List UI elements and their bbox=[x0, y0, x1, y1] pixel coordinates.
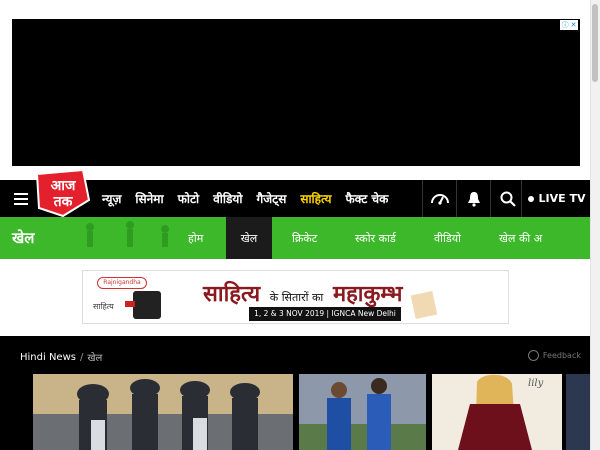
banner-title-connector: के सितारों का bbox=[269, 291, 324, 304]
book-pages-icon bbox=[410, 290, 438, 320]
section-title: खेल bbox=[12, 229, 35, 247]
hamburger-menu-icon[interactable] bbox=[14, 193, 28, 205]
banner-title-main: साहित्य bbox=[203, 281, 261, 307]
live-tv-label: LIVE TV bbox=[538, 192, 586, 205]
aaj-tak-logo[interactable]: आज तक bbox=[33, 168, 93, 218]
nav-fact-check[interactable]: फैक्ट चेक bbox=[345, 190, 388, 207]
feedback-link[interactable]: Feedback bbox=[527, 350, 581, 361]
banner-title: साहित्य के सितारों का महाकुम्भ bbox=[203, 278, 402, 308]
news-card-cricket-team[interactable] bbox=[33, 374, 293, 450]
page-scrollbar[interactable] bbox=[590, 0, 600, 450]
sahitya-promo-banner[interactable]: Rajnigandha साहित्य साहित्य के सितारों क… bbox=[82, 270, 509, 324]
feedback-label: Feedback bbox=[542, 351, 581, 360]
scrollbar-thumb[interactable] bbox=[592, 4, 598, 82]
search-icon[interactable] bbox=[490, 180, 524, 217]
top-ad-banner[interactable]: ⓘ ✕ bbox=[12, 19, 580, 166]
section-bar: खेल होम खेल क्रिकेट स्कोर कार्ड वीडियो ख… bbox=[0, 217, 590, 259]
adchoices-badge[interactable]: ⓘ ✕ bbox=[560, 20, 578, 30]
header-icons bbox=[422, 180, 524, 217]
svg-text:lily: lily bbox=[528, 378, 544, 389]
breadcrumb-current: खेल bbox=[87, 353, 103, 364]
nav-video[interactable]: वीडियो bbox=[213, 190, 242, 207]
ad-card-woman-dress[interactable]: lily bbox=[432, 374, 562, 450]
sponsor-block: Rajnigandha साहित्य bbox=[89, 275, 161, 321]
tab-khel[interactable]: खेल bbox=[226, 217, 272, 259]
banner-date: 1, 2 & 3 NOV 2019 | IGNCA New Delhi bbox=[249, 307, 401, 321]
news-card-india-players[interactable] bbox=[299, 374, 426, 450]
breadcrumb-separator: / bbox=[79, 351, 84, 363]
podcast-icon[interactable] bbox=[422, 180, 456, 217]
nav-cinema[interactable]: सिनेमा bbox=[135, 190, 163, 207]
tab-home[interactable]: होम bbox=[188, 217, 203, 259]
svg-text:तक: तक bbox=[53, 194, 74, 210]
tab-cricket[interactable]: क्रिकेट bbox=[292, 217, 317, 259]
banner-title-end: महाकुम्भ bbox=[332, 281, 403, 307]
feedback-icon bbox=[527, 350, 539, 361]
cricket-team-photo bbox=[33, 374, 293, 450]
india-players-photo bbox=[299, 374, 426, 450]
svg-text:आज: आज bbox=[51, 178, 76, 194]
nav-gadgets[interactable]: गैजेट्स bbox=[257, 190, 287, 207]
sponsor-sub: साहित्य bbox=[93, 302, 114, 311]
nav-sahitya[interactable]: साहित्य bbox=[300, 190, 331, 207]
main-nav-links: न्यूज़ सिनेमा फोटो वीडियो गैजेट्स साहित्… bbox=[102, 180, 402, 217]
woman-dress-ad: lily bbox=[432, 374, 562, 450]
live-tv-button[interactable]: LIVE TV bbox=[521, 180, 591, 217]
info-icon[interactable]: ⓘ bbox=[562, 20, 569, 30]
breadcrumb-root[interactable]: Hindi News bbox=[20, 352, 76, 363]
live-dot-icon bbox=[527, 195, 534, 202]
tab-more-sports[interactable]: खेल की अ bbox=[499, 217, 542, 259]
cricket-pattern-icon bbox=[86, 221, 169, 247]
close-icon[interactable]: ✕ bbox=[571, 20, 577, 30]
nav-photo[interactable]: फोटो bbox=[178, 190, 200, 207]
breadcrumb: Hindi News / खेल bbox=[20, 350, 103, 365]
product-icon bbox=[125, 291, 161, 319]
nav-news[interactable]: न्यूज़ bbox=[102, 190, 121, 207]
sponsor-logo: Rajnigandha bbox=[97, 277, 147, 289]
tab-video[interactable]: वीडियो bbox=[434, 217, 461, 259]
bell-icon[interactable] bbox=[456, 180, 490, 217]
news-card-partial[interactable] bbox=[566, 374, 590, 450]
tab-scorecard[interactable]: स्कोर कार्ड bbox=[355, 217, 396, 259]
